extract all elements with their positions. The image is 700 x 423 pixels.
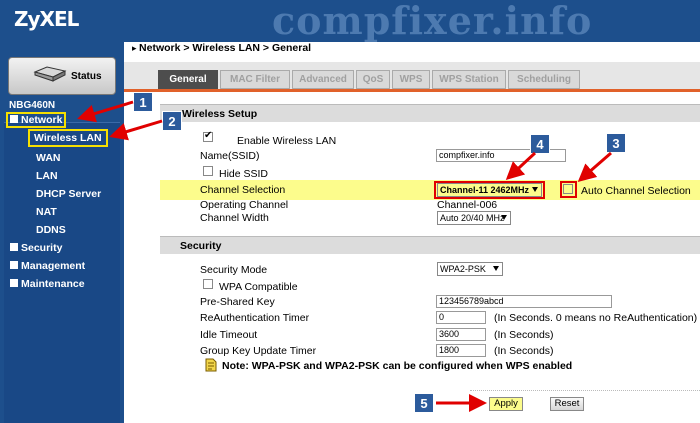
tab-wps[interactable]: WPS	[392, 70, 430, 89]
security-mode-value: WPA2-PSK	[440, 264, 486, 274]
sidebar-item-ddns[interactable]: DDNS	[36, 224, 66, 236]
callout-badge-3: 3	[606, 133, 626, 153]
sidebar-item-management[interactable]: Management	[10, 260, 85, 272]
tab-mac-filter[interactable]: MAC Filter	[220, 70, 290, 89]
sidebar-item-lan[interactable]: LAN	[36, 170, 58, 182]
divider	[470, 390, 700, 391]
apply-button[interactable]: Apply	[489, 397, 523, 411]
tab-scheduling[interactable]: Scheduling	[508, 70, 580, 89]
reset-button[interactable]: Reset	[550, 397, 584, 411]
sidebar-item-nat[interactable]: NAT	[36, 206, 57, 218]
idle-timeout-input[interactable]: 3600	[436, 328, 486, 341]
chevron-down-icon	[501, 215, 507, 220]
header-bar: ZyXEL compfixer.info	[0, 0, 700, 43]
sidebar-item-wireless-lan[interactable]: Wireless LAN	[28, 129, 108, 147]
enable-wireless-label: Enable Wireless LAN	[237, 135, 337, 147]
tab-wps-station[interactable]: WPS Station	[432, 70, 506, 89]
sidebar-item-label: Network	[21, 114, 63, 126]
sidebar-item-label: Wireless LAN	[34, 132, 102, 144]
callout-badge-4: 4	[530, 134, 550, 154]
plus-icon	[10, 261, 18, 269]
sidebar-item-network[interactable]: Network	[5, 112, 67, 128]
hide-ssid-checkbox[interactable]	[203, 166, 213, 176]
hide-ssid-label: Hide SSID	[219, 168, 269, 180]
callout-badge-5: 5	[414, 393, 434, 413]
tab-bar: General MAC Filter Advanced QoS WPS WPS …	[124, 62, 700, 92]
channel-width-value: Auto 20/40 MHz	[440, 213, 505, 223]
note-icon	[205, 358, 217, 372]
breadcrumb: ▸ Network > Wireless LAN > General	[132, 42, 312, 54]
wpa-compatible-checkbox[interactable]	[203, 279, 213, 289]
zyxel-logo: ZyXEL	[14, 7, 79, 31]
wps-note: Note: WPA-PSK and WPA2-PSK can be config…	[222, 360, 573, 372]
status-button[interactable]: Status	[8, 57, 116, 95]
plus-icon	[10, 279, 18, 287]
router-icon	[33, 66, 67, 82]
sidebar-item-label: Management	[21, 260, 86, 272]
group-key-label: Group Key Update Timer	[200, 345, 317, 357]
reauth-label: ReAuthentication Timer	[200, 312, 310, 324]
status-label: Status	[71, 71, 102, 82]
callout-box-4	[434, 181, 545, 199]
operating-channel-value: Channel-006	[437, 199, 498, 211]
sidebar-item-label: Security	[21, 242, 63, 254]
idle-timeout-label: Idle Timeout	[200, 329, 258, 341]
wireless-setup-heading: Wireless Setup	[160, 104, 700, 122]
reauth-hint: (In Seconds. 0 means no ReAuthentication…	[494, 312, 698, 324]
sidebar-item-wan[interactable]: WAN	[36, 152, 61, 164]
breadcrumb-text: Network > Wireless LAN > General	[139, 42, 312, 54]
group-key-input[interactable]: 1800	[436, 344, 486, 357]
reauth-input[interactable]: 0	[436, 311, 486, 324]
operating-channel-label: Operating Channel	[200, 199, 289, 211]
idle-timeout-hint: (In Seconds)	[494, 329, 554, 341]
channel-width-select[interactable]: Auto 20/40 MHz	[437, 211, 511, 225]
chevron-down-icon	[493, 266, 499, 271]
tab-general[interactable]: General	[158, 70, 218, 89]
sidebar-item-security[interactable]: Security	[10, 242, 62, 254]
tab-qos[interactable]: QoS	[356, 70, 390, 89]
plus-icon	[10, 243, 18, 251]
wpa-compatible-label: WPA Compatible	[219, 281, 298, 293]
enable-wireless-checkbox[interactable]	[203, 130, 213, 142]
security-heading: Security	[160, 236, 700, 254]
psk-label: Pre-Shared Key	[200, 296, 275, 308]
watermark: compfixer.info	[272, 0, 593, 43]
sidebar-item-maintenance[interactable]: Maintenance	[10, 278, 85, 290]
group-key-hint: (In Seconds)	[494, 345, 554, 357]
callout-badge-1: 1	[133, 92, 153, 112]
channel-selection-label: Channel Selection	[200, 184, 286, 196]
tab-advanced[interactable]: Advanced	[292, 70, 354, 89]
model-name: NBG460N	[9, 100, 56, 111]
security-mode-label: Security Mode	[200, 264, 268, 276]
callout-badge-2: 2	[162, 111, 182, 131]
security-mode-select[interactable]: WPA2-PSK	[437, 262, 503, 276]
auto-channel-label: Auto Channel Selection	[581, 185, 691, 197]
channel-width-label: Channel Width	[200, 212, 269, 224]
callout-box-3	[560, 181, 577, 198]
minus-icon	[10, 115, 18, 123]
psk-input[interactable]: 123456789abcd	[436, 295, 612, 308]
ssid-label: Name(SSID)	[200, 150, 260, 162]
sidebar-item-label: Maintenance	[21, 278, 85, 290]
sidebar-item-dhcp-server[interactable]: DHCP Server	[36, 188, 101, 200]
nav-panel	[4, 122, 120, 423]
